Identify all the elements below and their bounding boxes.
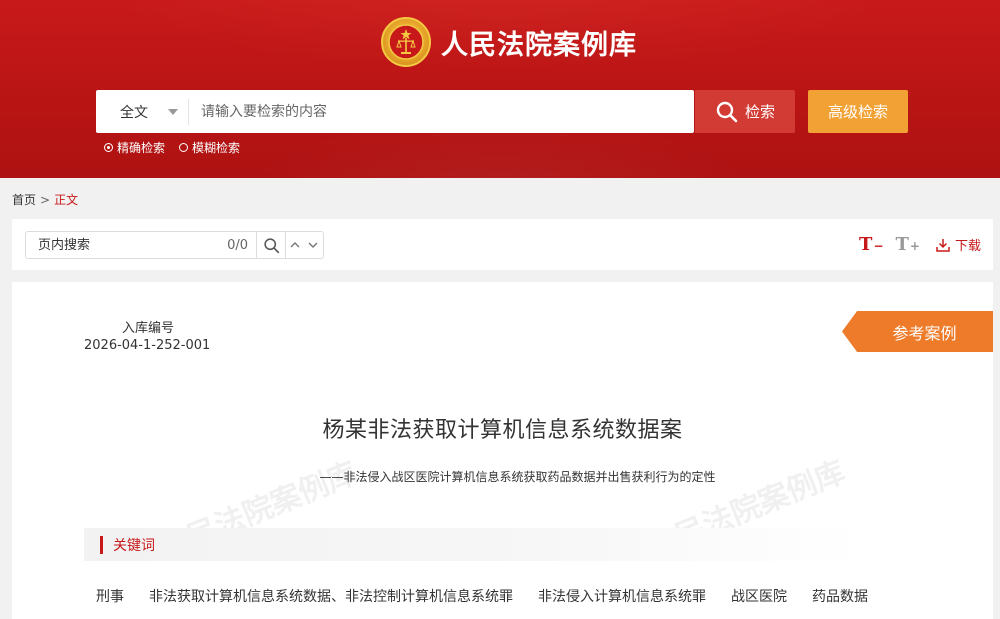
find-search-button[interactable] — [257, 232, 285, 258]
radio-exact-label: 精确检索 — [117, 141, 166, 155]
ref-number-label: 入库编号 — [122, 321, 175, 336]
reader-toolbar: 0/0 T− T+ — [12, 219, 993, 270]
keyword-item: 刑事 — [96, 589, 124, 605]
search-icon — [263, 237, 279, 253]
keyword-list: 刑事 非法获取计算机信息系统数据、非法控制计算机信息系统罪 非法侵入计算机信息系… — [96, 586, 893, 606]
radio-unchecked-icon — [179, 143, 189, 152]
radio-fuzzy-label: 模糊检索 — [192, 141, 241, 155]
site-title: 人民法院案例库 — [441, 29, 637, 61]
advanced-search-button[interactable]: 高级检索 — [808, 90, 908, 133]
find-prev-button[interactable] — [286, 232, 304, 258]
download-icon — [936, 238, 950, 252]
search-button-label: 检索 — [744, 103, 775, 121]
chevron-up-icon — [290, 242, 300, 248]
find-next-button[interactable] — [304, 232, 322, 258]
download-button[interactable]: 下载 — [936, 235, 981, 254]
advanced-search-label: 高级检索 — [827, 103, 888, 121]
keywords-heading: 关键词 — [113, 537, 155, 554]
search-input[interactable] — [189, 90, 694, 133]
case-type-tag: 参考案例 — [842, 311, 993, 352]
breadcrumb-separator: > — [40, 192, 51, 207]
reader-tools: T − T + 下载 — [847, 234, 981, 255]
case-type-tag-label: 参考案例 — [892, 323, 957, 343]
chevron-down-icon — [168, 109, 178, 115]
ref-number: 2026-04-1-252-001 — [84, 338, 211, 353]
font-increase-button[interactable]: T + — [896, 234, 920, 255]
keywords-section-header: 关键词 — [84, 528, 859, 561]
breadcrumb-current: 正文 — [54, 193, 79, 207]
case-content: 入库编号 2026-04-1-252-001 参考案例 杨某非法获取计算机信息系… — [12, 282, 993, 619]
section-accent-bar — [100, 535, 103, 554]
keyword-item: 药品数据 — [812, 589, 868, 605]
search-mode-group: 精确检索 模糊检索 — [104, 139, 254, 156]
breadcrumb-home[interactable]: 首页 — [12, 191, 36, 208]
site-header: 人民法院案例库 全文 检索 高级检索 精确检索 模糊检索 — [0, 0, 1000, 178]
in-page-search-input[interactable] — [26, 232, 216, 258]
radio-checked-icon — [104, 143, 113, 152]
site-logo[interactable]: 人民法院案例库 — [381, 14, 637, 70]
font-increase-sign: + — [909, 239, 920, 253]
case-title: 杨某非法获取计算机信息系统数据案 — [322, 418, 683, 443]
keyword-item: 战区医院 — [731, 589, 787, 605]
find-match-count: 0/0 — [227, 237, 248, 253]
radio-fuzzy-search[interactable]: 模糊检索 — [179, 139, 240, 156]
font-decrease-icon: T — [859, 234, 873, 255]
keyword-item: 非法获取计算机信息系统数据、非法控制计算机信息系统罪 — [149, 589, 513, 605]
court-emblem-icon — [381, 17, 431, 67]
download-label: 下载 — [954, 239, 981, 254]
font-decrease-sign: − — [873, 239, 884, 253]
keyword-item: 非法侵入计算机信息系统罪 — [538, 589, 706, 605]
search-button[interactable]: 检索 — [695, 90, 795, 133]
chevron-down-icon — [308, 242, 318, 248]
font-decrease-button[interactable]: T − — [859, 234, 883, 255]
search-type-label: 全文 — [120, 104, 148, 121]
in-page-search: 0/0 — [25, 231, 324, 259]
case-subtitle: ——非法侵入战区医院计算机信息系统获取药品数据并出售获利行为的定性 — [319, 470, 716, 484]
search-icon — [716, 101, 738, 122]
radio-exact-search[interactable]: 精确检索 — [104, 139, 165, 156]
search-bar: 全文 — [96, 90, 694, 133]
search-type-select[interactable]: 全文 — [96, 90, 188, 133]
font-increase-icon: T — [895, 234, 909, 255]
breadcrumb: 首页 > 正文 — [12, 191, 78, 208]
